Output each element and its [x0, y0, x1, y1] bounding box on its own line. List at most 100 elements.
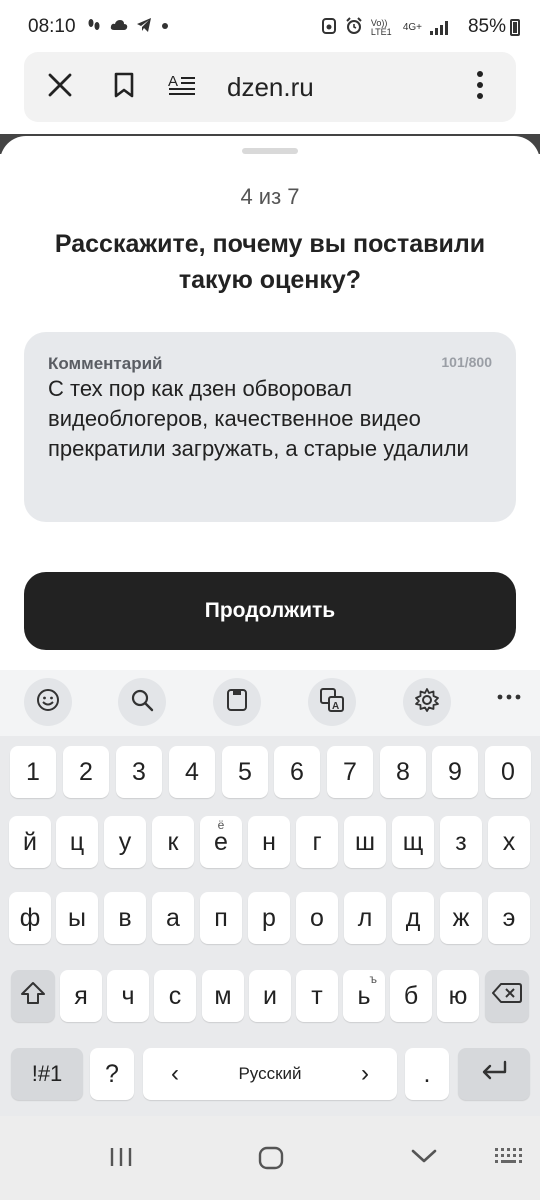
key-letter[interactable]: б — [390, 970, 432, 1022]
footsteps-icon — [86, 17, 102, 37]
continue-button[interactable]: Продолжить — [24, 572, 516, 650]
emoji-icon — [35, 687, 61, 718]
key-letter[interactable]: ч — [107, 970, 149, 1022]
key-letter[interactable]: к — [152, 816, 194, 868]
notification-icons — [86, 17, 170, 37]
reader-mode-button[interactable]: A — [162, 67, 202, 107]
sheet-drag-handle[interactable] — [242, 148, 298, 154]
battery-icon — [510, 18, 520, 36]
keyboard-settings-button[interactable] — [403, 678, 451, 726]
settings-icon — [414, 687, 440, 718]
space-key[interactable]: ‹ Русский › — [143, 1048, 397, 1100]
more-vert-icon — [476, 70, 484, 105]
comment-field[interactable]: Комментарий 101/800 С тех пор как дзен о… — [24, 332, 516, 522]
key-1[interactable]: 1 — [10, 746, 56, 798]
key-letter[interactable]: ш — [344, 816, 386, 868]
comment-text[interactable]: С тех пор как дзен обворовал видеоблогер… — [48, 374, 488, 464]
key-letter[interactable]: з — [440, 816, 482, 868]
key-9[interactable]: 9 — [432, 746, 478, 798]
search-icon — [129, 687, 155, 718]
key-letter[interactable]: т — [296, 970, 338, 1022]
key-letter[interactable]: у — [104, 816, 146, 868]
key-letter[interactable]: э — [488, 892, 530, 944]
emoji-button[interactable] — [24, 678, 72, 726]
close-icon — [47, 72, 73, 103]
key-letter[interactable]: й — [9, 816, 51, 868]
browser-toolbar: A dzen.ru — [24, 52, 516, 122]
translate-button[interactable]: A — [308, 678, 356, 726]
key-3[interactable]: 3 — [116, 746, 162, 798]
backspace-icon — [492, 982, 522, 1011]
key-2[interactable]: 2 — [63, 746, 109, 798]
system-navigation-bar — [0, 1116, 540, 1200]
key-letter[interactable]: г — [296, 816, 338, 868]
space-language-label: Русский — [238, 1064, 302, 1083]
key-letter[interactable]: в — [104, 892, 146, 944]
symbols-key[interactable]: !#1 — [11, 1048, 83, 1100]
key-letter[interactable]: д — [392, 892, 434, 944]
key-letter[interactable]: ж — [440, 892, 482, 944]
key-letter[interactable]: н — [248, 816, 290, 868]
key-letter[interactable]: п — [200, 892, 242, 944]
recents-button[interactable] — [108, 1146, 134, 1173]
period-key[interactable]: . — [405, 1048, 449, 1100]
key-alt-char: ё — [217, 818, 225, 832]
svg-text:A: A — [168, 73, 178, 90]
svg-text:A: A — [332, 701, 339, 712]
key-letter[interactable]: о — [296, 892, 338, 944]
more-horiz-icon[interactable] — [496, 680, 522, 713]
comment-counter: 101/800 — [441, 354, 492, 370]
keyboard-search-button[interactable] — [118, 678, 166, 726]
key-letter[interactable]: х — [488, 816, 530, 868]
key-letter[interactable]: ю — [437, 970, 479, 1022]
key-letter[interactable]: ы — [56, 892, 98, 944]
bookmark-icon — [113, 72, 135, 103]
data-saver-icon — [321, 17, 337, 38]
key-letter[interactable]: а — [152, 892, 194, 944]
key-5[interactable]: 5 — [222, 746, 268, 798]
key-letter-with-alt[interactable]: ё е — [200, 816, 242, 868]
telegram-icon — [136, 17, 152, 37]
key-letter[interactable]: р — [248, 892, 290, 944]
bookmark-button[interactable] — [104, 67, 144, 107]
more-menu-button[interactable] — [460, 67, 500, 107]
key-letter[interactable]: ц — [56, 816, 98, 868]
enter-icon — [479, 1059, 509, 1090]
translate-icon: A — [319, 687, 345, 718]
key-4[interactable]: 4 — [169, 746, 215, 798]
survey-sheet: 4 из 7 Расскажите, почему вы поставили т… — [0, 136, 540, 671]
home-button[interactable] — [258, 1146, 284, 1175]
keyboard-toolbar: A — [0, 670, 540, 736]
space-right-arrow: › — [361, 1060, 369, 1087]
clipboard-button[interactable] — [213, 678, 261, 726]
key-7[interactable]: 7 — [327, 746, 373, 798]
battery-percent: 85% — [467, 16, 506, 37]
shift-key[interactable] — [11, 970, 55, 1022]
key-letter[interactable]: л — [344, 892, 386, 944]
close-button[interactable] — [40, 67, 80, 107]
key-letter[interactable]: и — [249, 970, 291, 1022]
key-letter[interactable]: м — [202, 970, 244, 1022]
key-0[interactable]: 0 — [485, 746, 531, 798]
status-bar: 08:10 Vo)) LTE1 4G+ 85% — [0, 0, 540, 54]
signal-icon — [430, 20, 448, 35]
key-letter[interactable]: с — [154, 970, 196, 1022]
question-title: Расскажите, почему вы поставили такую оц… — [54, 230, 486, 294]
key-letter[interactable]: ф — [9, 892, 51, 944]
key-letter[interactable]: я — [60, 970, 102, 1022]
keyboard-switch-button[interactable] — [493, 1146, 523, 1173]
key-letter-with-alt[interactable]: ъ ь — [343, 970, 385, 1022]
clipboard-icon — [225, 687, 249, 718]
step-indicator: 4 из 7 — [240, 184, 300, 209]
key-6[interactable]: 6 — [274, 746, 320, 798]
back-button[interactable] — [410, 1146, 438, 1171]
question-key[interactable]: ? — [90, 1048, 134, 1100]
keyboard: 1 2 3 4 5 6 7 8 9 0 й ц у к ё е н г ш щ … — [0, 736, 540, 1116]
url-field[interactable]: dzen.ru — [227, 72, 314, 103]
enter-key[interactable] — [458, 1048, 530, 1100]
key-letter[interactable]: щ — [392, 816, 434, 868]
backspace-key[interactable] — [485, 970, 529, 1022]
keyboard-icon — [493, 1146, 523, 1173]
key-8[interactable]: 8 — [380, 746, 426, 798]
system-icons: Vo)) LTE1 4G+ — [321, 17, 448, 38]
